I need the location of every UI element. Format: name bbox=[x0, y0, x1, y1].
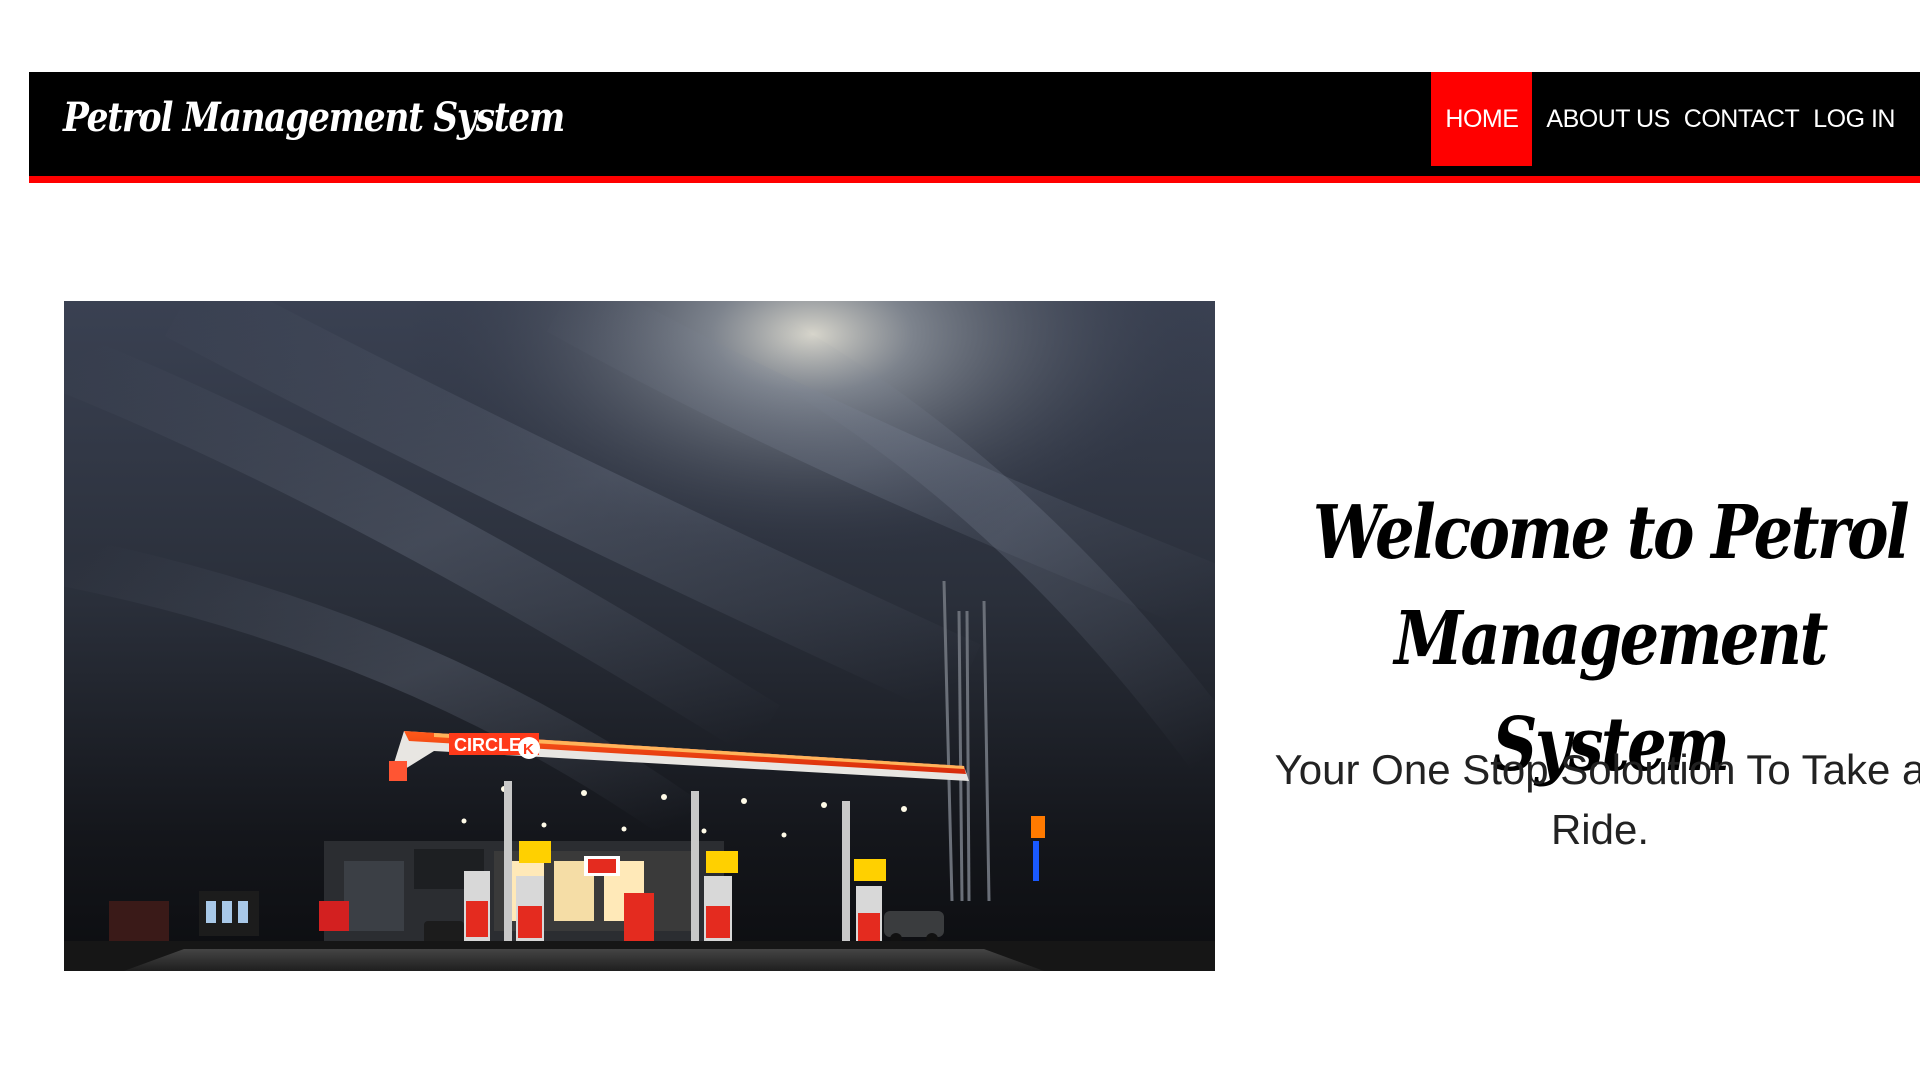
main-nav: HOME ABOUT US CONTACT LOG IN bbox=[1431, 72, 1920, 166]
navbar: Petrol Management System HOME ABOUT US C… bbox=[29, 72, 1920, 183]
brand-logo-text[interactable]: Petrol Management System bbox=[63, 86, 565, 150]
nav-home-link[interactable]: HOME bbox=[1431, 72, 1533, 166]
page: Petrol Management System HOME ABOUT US C… bbox=[0, 0, 1920, 1080]
svg-text:CIRCLE: CIRCLE bbox=[454, 735, 521, 755]
nav-about-link[interactable]: ABOUT US bbox=[1539, 72, 1676, 166]
nav-login-link[interactable]: LOG IN bbox=[1806, 72, 1902, 166]
svg-text:K: K bbox=[523, 741, 534, 758]
nav-contact-link[interactable]: CONTACT bbox=[1677, 72, 1806, 166]
welcome-subtitle-wrapper: Your One Stop Soloution To Take a Ride. bbox=[1240, 740, 1920, 880]
hero-image: CIRCLE K bbox=[64, 301, 1215, 971]
welcome-subtitle: Your One Stop Soloution To Take a Ride. bbox=[1274, 746, 1920, 853]
